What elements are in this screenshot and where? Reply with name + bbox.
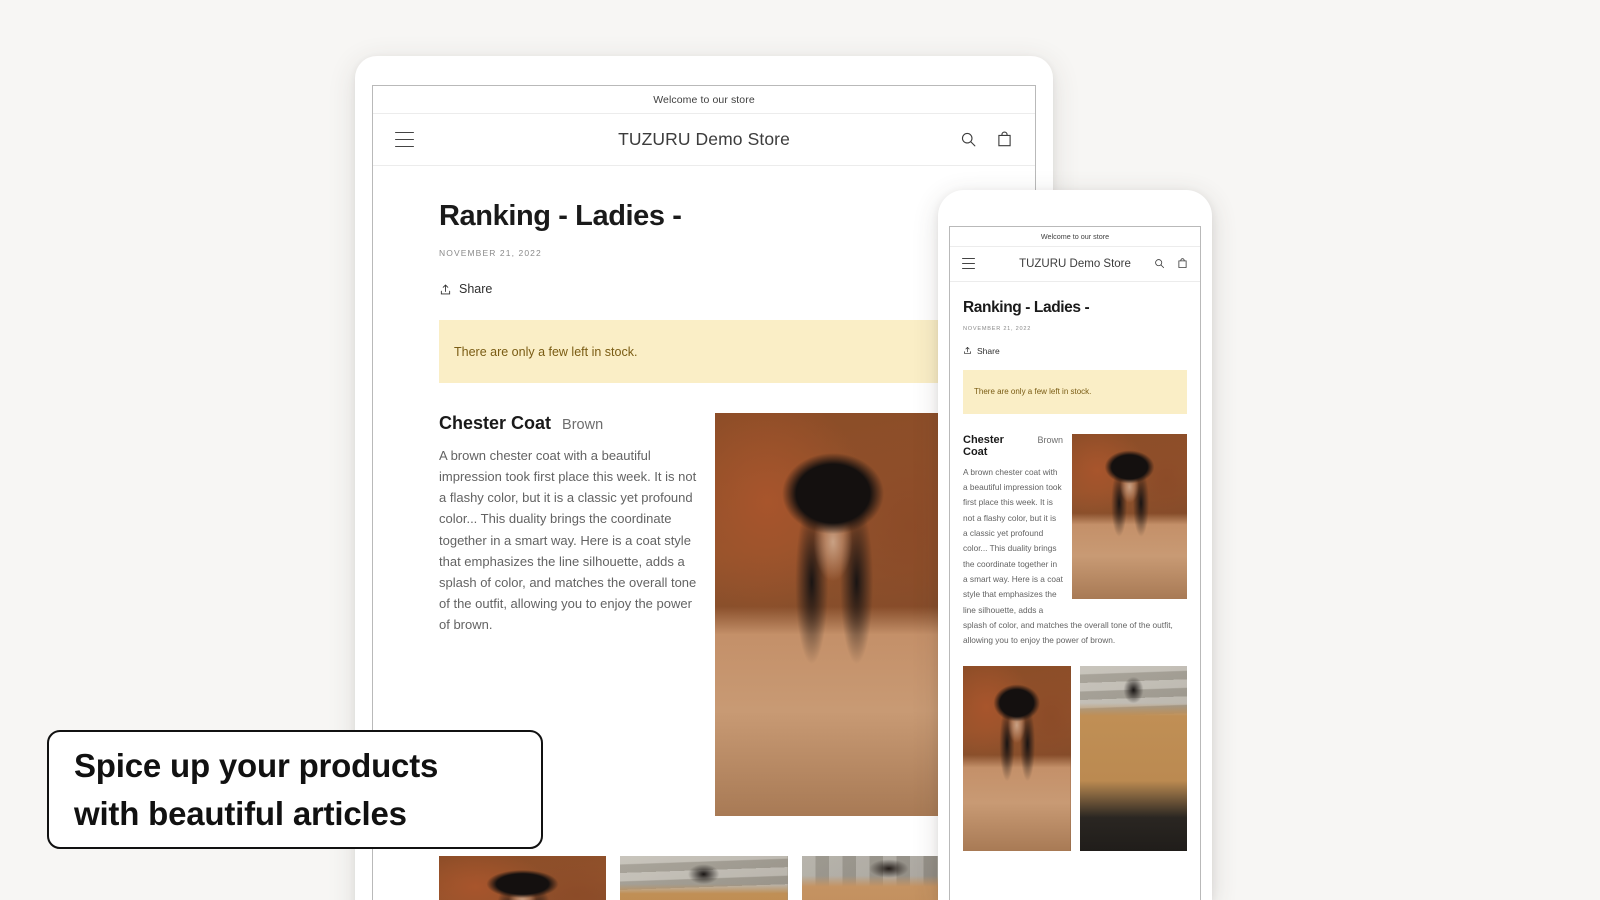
- product-heading-mobile: Chester Coat Brown: [963, 434, 1063, 458]
- product-description: A brown chester coat with a beautiful im…: [439, 448, 697, 632]
- article-date: NOVEMBER 21, 2022: [439, 248, 542, 259]
- share-button[interactable]: Share: [439, 282, 969, 296]
- store-header-mobile: TUZURU Demo Store: [950, 247, 1200, 282]
- product-color: Brown: [562, 417, 604, 434]
- hamburger-menu-icon[interactable]: [962, 256, 975, 271]
- share-label-mobile: Share: [977, 345, 1000, 356]
- hamburger-bar: [962, 257, 975, 260]
- article-page-body-mobile: Ranking - Ladies - NOVEMBER 21, 2022 Sha…: [950, 281, 1200, 851]
- page-title-mobile: Ranking - Ladies -: [963, 298, 1090, 316]
- gallery-thumbnail[interactable]: [620, 856, 788, 900]
- stock-alert-text: There are only a few left in stock.: [974, 387, 1092, 396]
- hamburger-bar: [962, 262, 975, 265]
- product-hero-image: [715, 413, 951, 817]
- product-name: Chester Coat: [439, 413, 552, 434]
- gallery-thumbnail[interactable]: [1079, 665, 1187, 851]
- hamburger-bar: [962, 267, 975, 270]
- page-title: Ranking - Ladies -: [439, 200, 682, 232]
- stock-alert-banner: There are only a few left in stock.: [439, 320, 969, 384]
- product-hero-image-mobile: [1072, 433, 1187, 599]
- product-heading: Chester Coat Brown: [439, 413, 697, 434]
- announcement-bar-mobile: Welcome to our store: [950, 227, 1200, 247]
- share-upload-icon: [440, 284, 451, 295]
- share-label: Share: [459, 282, 493, 297]
- stock-alert-text: There are only a few left in stock.: [454, 344, 638, 359]
- screenshot-canvas: Welcome to our store TUZURU Demo Store R…: [0, 0, 1600, 900]
- callout-line-1: Spice up your products: [74, 746, 439, 784]
- hamburger-menu-icon[interactable]: [395, 129, 414, 151]
- callout-box: Spice up your products with beautiful ar…: [47, 730, 543, 849]
- gallery-thumbnail[interactable]: [963, 665, 1071, 851]
- search-icon[interactable]: [960, 131, 977, 148]
- callout-line-2: with beautiful articles: [74, 794, 407, 832]
- hamburger-bar: [395, 131, 414, 134]
- store-name: TUZURU Demo Store: [618, 129, 790, 149]
- announcement-bar: Welcome to our store: [373, 86, 1035, 114]
- share-button-mobile[interactable]: Share: [963, 346, 1187, 356]
- product-name: Chester Coat: [963, 433, 1004, 458]
- shopping-bag-icon[interactable]: [996, 131, 1013, 148]
- product-gallery-mobile: [963, 665, 1187, 851]
- search-icon[interactable]: [1154, 258, 1165, 269]
- product-block-mobile: Chester Coat Brown A brown chester coat …: [963, 433, 1187, 649]
- phone-screen: Welcome to our store TUZURU Demo Store R…: [949, 226, 1201, 900]
- shopping-bag-icon[interactable]: [1177, 258, 1188, 269]
- gallery-thumbnail[interactable]: [439, 856, 607, 900]
- hamburger-bar: [395, 145, 414, 148]
- article-date-mobile: NOVEMBER 21, 2022: [963, 325, 1032, 332]
- share-upload-icon: [964, 347, 971, 354]
- product-color: Brown: [1037, 434, 1063, 445]
- header-icon-group-mobile: [1154, 258, 1188, 269]
- hamburger-bar: [395, 138, 414, 141]
- header-icon-group: [960, 131, 1013, 148]
- product-gallery: [439, 856, 969, 900]
- stock-alert-banner-mobile: There are only a few left in stock.: [963, 369, 1187, 414]
- store-header: TUZURU Demo Store: [373, 114, 1035, 166]
- phone-mockup: Welcome to our store TUZURU Demo Store R…: [938, 190, 1212, 900]
